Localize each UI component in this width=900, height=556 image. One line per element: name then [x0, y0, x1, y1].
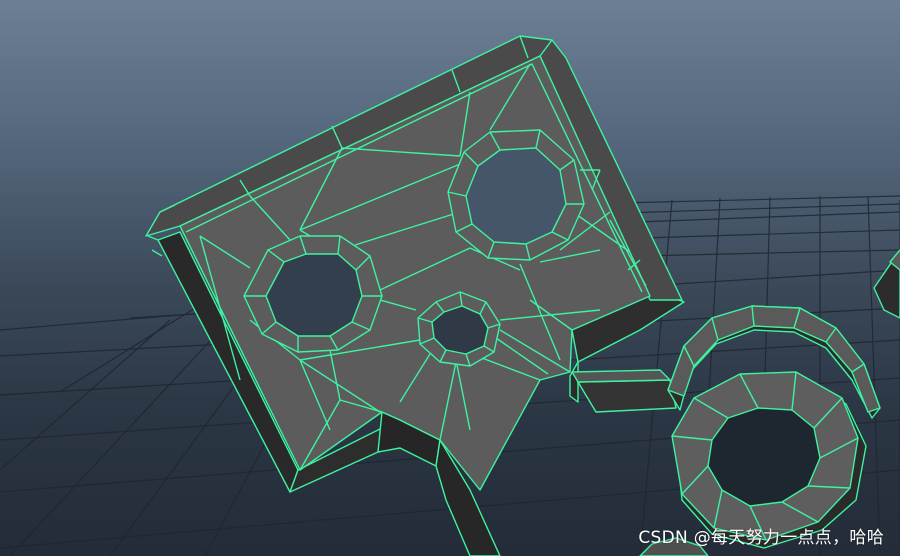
maya-perspective-viewport[interactable]: CSDN @每天努力一点点，哈哈 [0, 0, 900, 556]
watermark-text: CSDN @每天努力一点点，哈哈 [638, 528, 884, 548]
board-step-wall [569, 361, 579, 403]
cut-board-mesh [145, 35, 685, 556]
ring-mesh [671, 371, 867, 549]
board-rail-wall [577, 379, 677, 413]
viewport-scene [0, 35, 900, 556]
board-rail-top [571, 369, 671, 383]
